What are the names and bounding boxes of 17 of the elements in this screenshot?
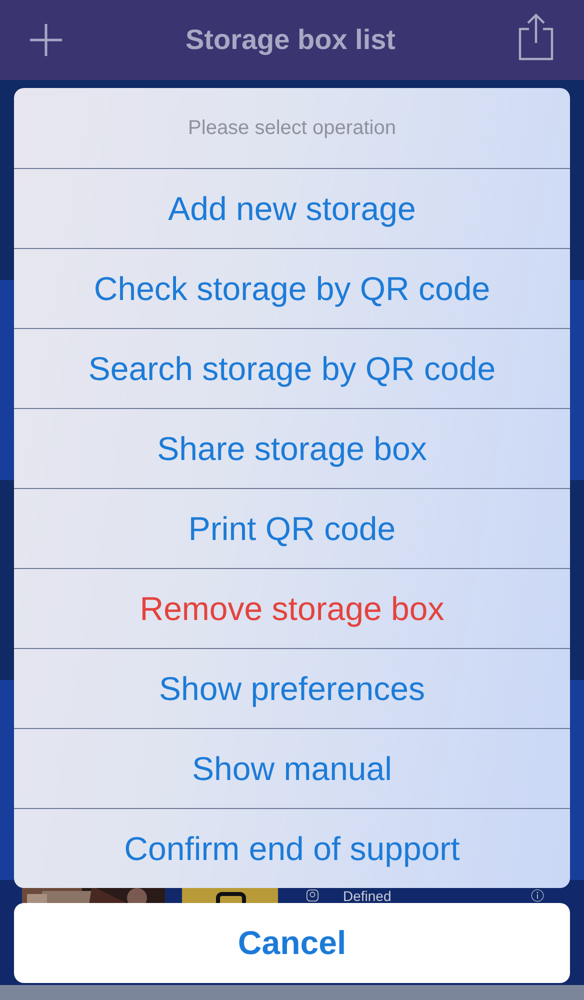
action-item[interactable]: Show manual [14, 728, 570, 808]
nav-title: Storage box list [185, 24, 396, 56]
action-item[interactable]: Print QR code [14, 488, 570, 568]
share-icon[interactable] [518, 13, 554, 61]
status-label: Defined [343, 889, 392, 903]
cancel-button[interactable]: Cancel [14, 903, 570, 983]
camera-icon [306, 889, 319, 902]
sheet-title: Please select operation [188, 116, 396, 140]
action-item[interactable]: Check storage by QR code [14, 248, 570, 328]
action-item[interactable]: Share storage box [14, 408, 570, 488]
action-item[interactable]: Remove storage box [14, 568, 570, 648]
action-item[interactable]: Add new storage [14, 168, 570, 248]
action-item[interactable]: Search storage by QR code [14, 328, 570, 408]
add-icon[interactable] [29, 23, 63, 57]
info-icon[interactable] [531, 889, 544, 902]
action-item[interactable]: Show preferences [14, 648, 570, 728]
action-item[interactable]: Confirm end of support [14, 808, 570, 888]
